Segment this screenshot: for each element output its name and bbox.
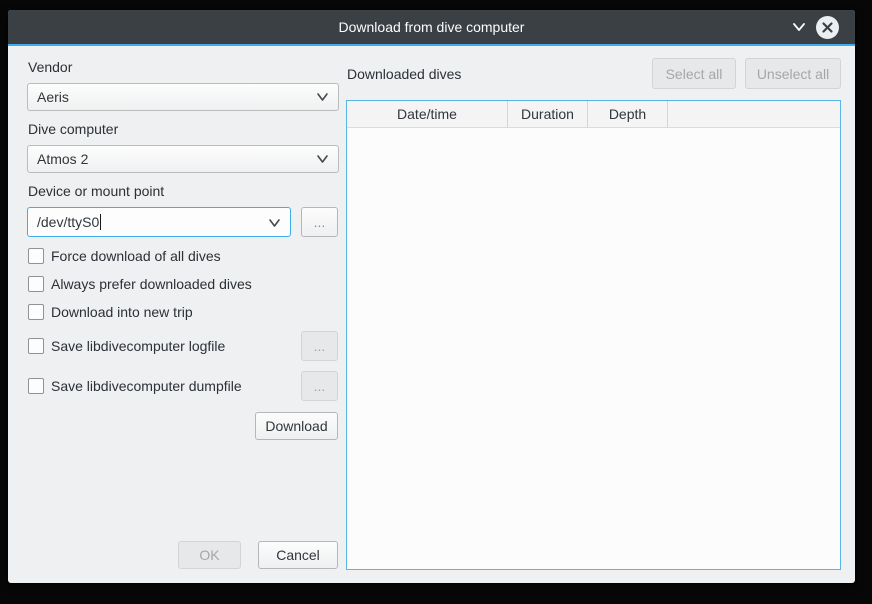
unselect-all-button: Unselect all [745, 58, 841, 89]
select-all-button: Select all [652, 58, 736, 89]
device-label: Device or mount point [28, 183, 164, 199]
shade-window-icon[interactable] [791, 19, 807, 35]
column-header-empty[interactable] [668, 101, 840, 127]
device-input[interactable]: /dev/ttyS0 [27, 207, 291, 237]
table-header-row: Date/time Duration Depth [347, 101, 840, 128]
checkbox-label: Save libdivecomputer logfile [51, 338, 225, 354]
chevron-down-icon [316, 154, 329, 164]
force-download-checkbox-row[interactable]: Force download of all dives [28, 248, 221, 264]
vendor-label: Vendor [28, 59, 72, 75]
column-header-datetime[interactable]: Date/time [347, 101, 508, 127]
logfile-browse-button: ... [301, 331, 338, 361]
new-trip-checkbox-row[interactable]: Download into new trip [28, 304, 193, 320]
checkbox-icon[interactable] [28, 248, 44, 264]
chevron-down-icon [316, 92, 329, 102]
checkbox-label: Download into new trip [51, 304, 193, 320]
prefer-downloaded-checkbox-row[interactable]: Always prefer downloaded dives [28, 276, 252, 292]
chevron-down-icon [268, 218, 281, 228]
device-browse-button[interactable]: ... [301, 207, 338, 237]
close-icon [821, 21, 834, 34]
ok-button: OK [178, 541, 241, 569]
dumpfile-browse-button: ... [301, 371, 338, 401]
cancel-button[interactable]: Cancel [258, 541, 338, 569]
checkbox-icon[interactable] [28, 304, 44, 320]
checkbox-label: Save libdivecomputer dumpfile [51, 378, 242, 394]
checkbox-icon[interactable] [28, 378, 44, 394]
download-button[interactable]: Download [255, 412, 338, 440]
window-title: Download from dive computer [8, 10, 855, 44]
dive-computer-value: Atmos 2 [37, 151, 88, 167]
checkbox-icon[interactable] [28, 276, 44, 292]
save-logfile-checkbox-row[interactable]: Save libdivecomputer logfile [28, 338, 225, 354]
checkbox-label: Always prefer downloaded dives [51, 276, 252, 292]
vendor-value: Aeris [37, 89, 69, 105]
column-header-duration[interactable]: Duration [508, 101, 588, 127]
save-dumpfile-checkbox-row[interactable]: Save libdivecomputer dumpfile [28, 378, 242, 394]
close-button[interactable] [816, 16, 839, 39]
dive-computer-select[interactable]: Atmos 2 [27, 145, 339, 173]
titlebar[interactable]: Download from dive computer [8, 10, 855, 46]
text-cursor [100, 214, 101, 230]
dive-computer-label: Dive computer [28, 121, 118, 137]
column-header-depth[interactable]: Depth [588, 101, 668, 127]
downloaded-dives-heading: Downloaded dives [347, 66, 461, 82]
device-value: /dev/ttyS0 [37, 214, 99, 230]
download-dialog: Download from dive computer Vendor Aeris… [8, 10, 855, 583]
downloaded-dives-table[interactable]: Date/time Duration Depth [346, 100, 841, 570]
checkbox-icon[interactable] [28, 338, 44, 354]
checkbox-label: Force download of all dives [51, 248, 221, 264]
screen: Download from dive computer Vendor Aeris… [0, 0, 872, 604]
vendor-select[interactable]: Aeris [27, 83, 339, 111]
